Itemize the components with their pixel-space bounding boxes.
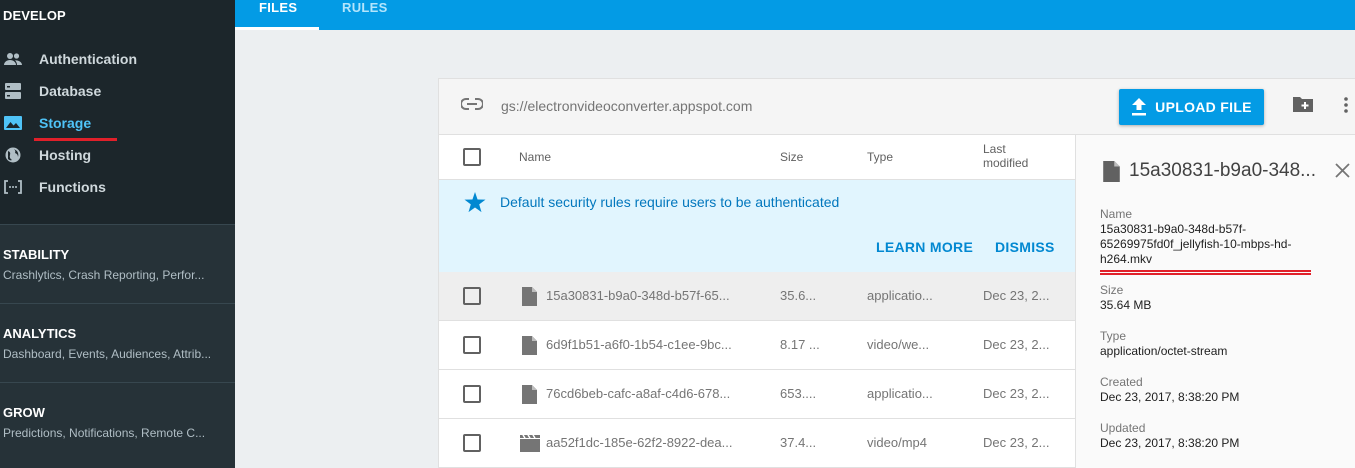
- file-size: 653....: [780, 386, 817, 401]
- tab-files[interactable]: FILES: [259, 0, 297, 30]
- name-label: Name: [1100, 207, 1133, 221]
- table-header: Name Size Type Last modified: [439, 135, 1075, 180]
- tab-rules[interactable]: RULES: [342, 0, 388, 30]
- file-modified: Dec 23, 2...: [983, 435, 1050, 450]
- name-highlight-underline: [1100, 270, 1311, 275]
- table-row[interactable]: 15a30831-b9a0-348d-b57f-65... 35.6... ap…: [439, 272, 1075, 321]
- more-vert-icon[interactable]: [1344, 97, 1348, 118]
- sidebar-item-label: Functions: [39, 179, 106, 195]
- group-subtitle: Dashboard, Events, Audiences, Attrib...: [3, 347, 212, 361]
- type-value: application/octet-stream: [1100, 344, 1228, 358]
- develop-title: DEVELOP: [3, 8, 66, 23]
- storage-toolbar: gs://electronvideoconverter.appspot.com …: [439, 79, 1355, 135]
- sidebar-item-label: Hosting: [39, 147, 92, 163]
- develop-section: DEVELOP Authentication Database Storage …: [0, 0, 235, 224]
- file-name[interactable]: 6d9f1b51-a6f0-1b54-c1ee-9bc...: [546, 337, 732, 352]
- group-title: GROW: [3, 405, 45, 420]
- column-last-modified-line1[interactable]: Last: [983, 142, 1006, 156]
- sidebar-item-hosting[interactable]: Hosting: [0, 140, 235, 170]
- file-name[interactable]: aa52f1dc-185e-62f2-8922-dea...: [546, 435, 732, 450]
- row-checkbox[interactable]: [463, 385, 481, 403]
- file-icon: [1103, 161, 1120, 187]
- size-value: 35.64 MB: [1100, 298, 1152, 312]
- size-label: Size: [1100, 283, 1124, 297]
- details-title: 15a30831-b9a0-348...: [1129, 160, 1316, 181]
- file-type: video/we...: [867, 337, 930, 352]
- created-value: Dec 23, 2017, 8:38:20 PM: [1100, 390, 1240, 404]
- column-type[interactable]: Type: [867, 150, 893, 164]
- sidebar-item-label: Authentication: [39, 51, 137, 67]
- file-icon: [522, 287, 537, 309]
- sidebar: DEVELOP Authentication Database Storage …: [0, 0, 235, 468]
- banner-message: Default security rules require users to …: [500, 194, 840, 210]
- file-modified: Dec 23, 2...: [983, 386, 1050, 401]
- sidebar-group-analytics[interactable]: ANALYTICS Dashboard, Events, Audiences, …: [0, 303, 235, 382]
- group-subtitle: Crashlytics, Crash Reporting, Perfor...: [3, 268, 205, 282]
- file-size: 37.4...: [780, 435, 817, 450]
- file-modified: Dec 23, 2...: [983, 337, 1050, 352]
- sidebar-item-functions[interactable]: Functions: [0, 172, 235, 202]
- table-row[interactable]: 76cd6beb-cafc-a8af-c4d6-678... 653.... a…: [439, 370, 1075, 419]
- table-row[interactable]: 6d9f1b51-a6f0-1b54-c1ee-9bc... 8.17 ... …: [439, 321, 1075, 370]
- learn-more-button[interactable]: LEARN MORE: [876, 239, 973, 255]
- bucket-path: gs://electronvideoconverter.appspot.com: [501, 98, 753, 114]
- column-name[interactable]: Name: [519, 150, 551, 164]
- create-folder-icon[interactable]: [1293, 96, 1313, 117]
- row-checkbox[interactable]: [463, 336, 481, 354]
- upload-label: UPLOAD FILE: [1155, 99, 1252, 115]
- table-row[interactable]: aa52f1dc-185e-62f2-8922-dea... 37.4... v…: [439, 419, 1075, 468]
- globe-icon: [4, 146, 22, 164]
- row-checkbox[interactable]: [463, 287, 481, 305]
- security-banner: Default security rules require users to …: [439, 180, 1075, 272]
- column-size[interactable]: Size: [780, 150, 803, 164]
- people-icon: [4, 50, 22, 68]
- column-last-modified-line2[interactable]: modified: [983, 156, 1028, 170]
- file-name[interactable]: 15a30831-b9a0-348d-b57f-65...: [546, 288, 730, 303]
- sidebar-item-label: Database: [39, 83, 102, 99]
- group-subtitle: Predictions, Notifications, Remote C...: [3, 426, 206, 440]
- row-checkbox[interactable]: [463, 434, 481, 452]
- file-modified: Dec 23, 2...: [983, 288, 1050, 303]
- storage-card: gs://electronvideoconverter.appspot.com …: [438, 78, 1355, 468]
- file-details-pane: 15a30831-b9a0-348... Name 15a30831-b9a0-…: [1075, 135, 1355, 468]
- upload-file-button[interactable]: UPLOAD FILE: [1119, 89, 1264, 125]
- photo-icon: [4, 114, 22, 132]
- sidebar-item-label: Storage: [39, 115, 92, 131]
- file-icon: [522, 385, 537, 407]
- file-icon: [522, 336, 537, 358]
- tab-active-indicator: [235, 27, 319, 30]
- name-value: 15a30831-b9a0-348d-b57f-65269975fd0f_jel…: [1100, 222, 1292, 266]
- functions-icon: [4, 178, 22, 196]
- sidebar-group-grow[interactable]: GROW Predictions, Notifications, Remote …: [0, 382, 235, 461]
- group-title: STABILITY: [3, 247, 70, 262]
- star-icon: [464, 192, 486, 218]
- created-label: Created: [1100, 375, 1143, 389]
- sidebar-item-authentication[interactable]: Authentication: [0, 44, 235, 74]
- file-name[interactable]: 76cd6beb-cafc-a8af-c4d6-678...: [546, 386, 730, 401]
- file-size: 8.17 ...: [780, 337, 820, 352]
- updated-label: Updated: [1100, 421, 1146, 435]
- select-all-checkbox[interactable]: [463, 148, 481, 166]
- type-label: Type: [1100, 329, 1127, 343]
- file-type: video/mp4: [867, 435, 927, 450]
- file-size: 35.6...: [780, 288, 817, 303]
- group-title: ANALYTICS: [3, 326, 77, 341]
- file-type: applicatio...: [867, 288, 933, 303]
- updated-value: Dec 23, 2017, 8:38:20 PM: [1100, 436, 1240, 450]
- movie-icon: [520, 434, 540, 455]
- sidebar-item-storage[interactable]: Storage: [0, 108, 235, 138]
- file-type: applicatio...: [867, 386, 933, 401]
- database-icon: [4, 82, 22, 100]
- tab-bar: FILES RULES: [235, 0, 1355, 30]
- close-icon[interactable]: [1335, 163, 1350, 183]
- sidebar-item-database[interactable]: Database: [0, 76, 235, 106]
- upload-icon: [1132, 98, 1147, 116]
- link-icon[interactable]: [460, 97, 484, 115]
- sidebar-group-stability[interactable]: STABILITY Crashlytics, Crash Reporting, …: [0, 224, 235, 303]
- dismiss-button[interactable]: DISMISS: [995, 239, 1055, 255]
